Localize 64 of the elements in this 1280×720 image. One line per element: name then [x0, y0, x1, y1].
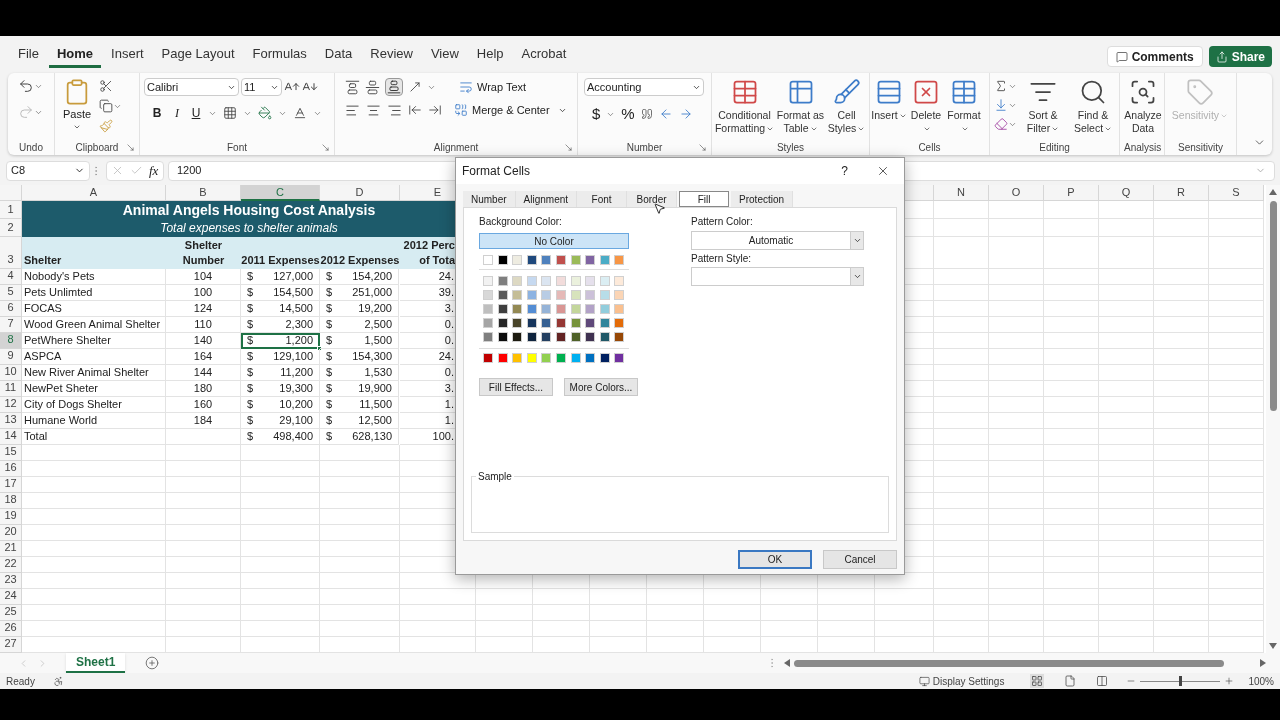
table-cell: 110	[166, 317, 241, 333]
table-cell: $ 129,100	[241, 349, 320, 365]
table-cell: $ 154,300	[320, 349, 399, 365]
table-cell: $ 498,400	[241, 429, 320, 445]
field-label: Background Color:	[479, 216, 562, 228]
table-cell: $ 19,200	[320, 301, 399, 317]
group-label: Number	[626, 140, 663, 155]
table-cell: City of Dogs Shelter	[22, 397, 166, 413]
table-cell: $ 19,900	[320, 381, 399, 397]
table-cell: $ 12,500	[320, 413, 399, 429]
dialog-title: Format Cells	[462, 163, 531, 180]
field-label: Pattern Style:	[691, 253, 753, 265]
group-label: Editing	[1039, 140, 1070, 155]
table-cell: FOCAS	[22, 301, 166, 317]
table-cell: $ 14,500	[241, 301, 320, 317]
group-label: Font	[227, 140, 247, 155]
table-cell: Pets Unlimted	[22, 285, 166, 301]
table-cell: Total	[22, 429, 166, 445]
table-cell: 140	[166, 333, 241, 349]
group-label: Sensitivity	[1178, 140, 1223, 155]
header-cell: Shelter Number	[166, 237, 241, 269]
field-label: Pattern Color:	[691, 216, 754, 228]
table-cell: Nobody's Pets	[22, 269, 166, 285]
table-cell: 184	[166, 413, 241, 429]
table-cell: $ 127,000	[241, 269, 320, 285]
group-label: Sample	[477, 470, 513, 484]
table-cell: $ 2,500	[320, 317, 399, 333]
table-cell: $ 2,300	[241, 317, 320, 333]
group-label: Alignment	[433, 140, 479, 155]
table-cell: $ 19,300	[241, 381, 320, 397]
table-cell: 104	[166, 269, 241, 285]
table-cell: $ 154,200	[320, 269, 399, 285]
table-cell: $ 1,500	[320, 333, 399, 349]
table-cell: $ 29,100	[241, 413, 320, 429]
table-cell: $ 10,200	[241, 397, 320, 413]
table-cell: ASPCA	[22, 349, 166, 365]
table-cell: $ 628,130	[320, 429, 399, 445]
group-label: Clipboard	[75, 140, 119, 155]
table-cell: 160	[166, 397, 241, 413]
table-cell: PetWhere Shelter	[22, 333, 166, 349]
status-text: Ready	[6, 674, 35, 689]
header-cell: 2012 Expenses	[320, 237, 400, 269]
zoom-level: 100%	[1248, 674, 1274, 689]
table-cell: 100	[166, 285, 241, 301]
group-label: Cells	[918, 140, 941, 155]
table-cell: $ 154,500	[241, 285, 320, 301]
table-cell: $ 11,500	[320, 397, 399, 413]
table-cell: $ 251,000	[320, 285, 399, 301]
table-cell: 124	[166, 301, 241, 317]
group-label: Styles	[776, 140, 805, 155]
table-cell: $ 1,200	[241, 333, 320, 349]
group-label: Analysis	[1124, 140, 1162, 155]
table-cell: 144	[166, 365, 241, 381]
table-cell: 164	[166, 349, 241, 365]
table-cell: 180	[166, 381, 241, 397]
header-cell: 2011 Expenses	[241, 237, 320, 269]
table-cell: $ 11,200	[241, 365, 320, 381]
table-cell: New River Animal Shelter	[22, 365, 166, 381]
group-label: Undo	[19, 140, 43, 155]
table-cell: Humane World	[22, 413, 166, 429]
table-cell: NewPet Sheter	[22, 381, 166, 397]
table-cell: Wood Green Animal Shelter	[22, 317, 166, 333]
table-cell: $ 1,530	[320, 365, 399, 381]
header-cell: Shelter	[22, 237, 166, 269]
